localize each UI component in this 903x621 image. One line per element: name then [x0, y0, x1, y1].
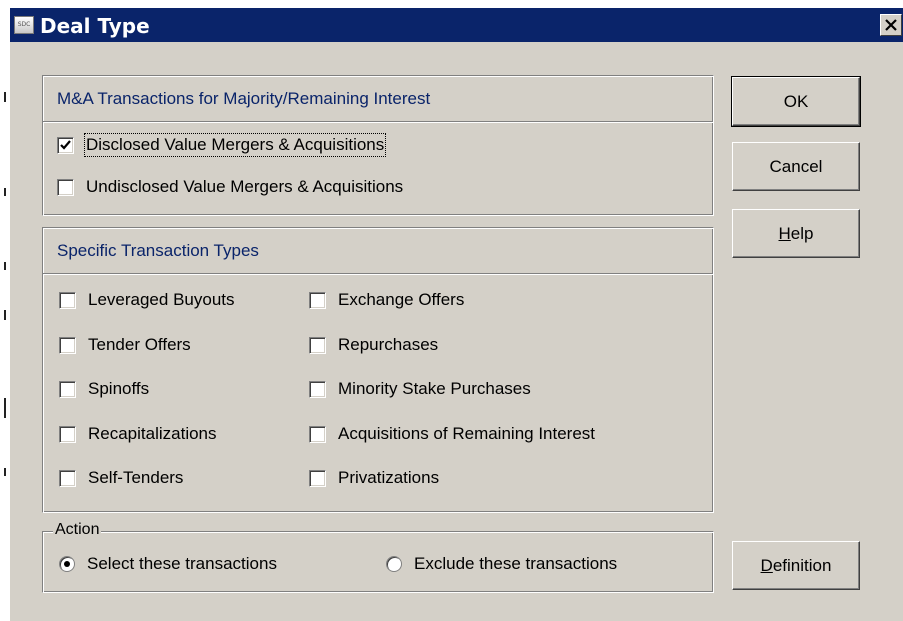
checkbox-tender-offers[interactable]: Tender Offers: [59, 335, 191, 355]
background-window-edge: [0, 0, 9, 621]
checkbox-box[interactable]: [59, 425, 76, 443]
radio-label: Select these transactions: [87, 554, 277, 573]
close-icon: [885, 19, 897, 31]
checkbox-box[interactable]: [309, 425, 326, 443]
checkbox-box[interactable]: [57, 136, 74, 154]
checkbox-repurchases[interactable]: Repurchases: [309, 335, 438, 355]
checkbox-label: Tender Offers: [88, 335, 191, 354]
checkbox-box[interactable]: [57, 178, 74, 196]
action-legend: Action: [53, 521, 102, 539]
radio-select-transactions[interactable]: Select these transactions: [59, 554, 277, 574]
specific-transaction-types-group: Specific Transaction Types Leveraged Buy…: [42, 227, 714, 513]
checkbox-label: Privatizations: [338, 468, 440, 487]
checkbox-label: Self-Tenders: [88, 468, 184, 487]
ok-button[interactable]: OK: [731, 76, 861, 127]
action-group: Action Select these transactions Exclude…: [42, 521, 714, 593]
window-title: Deal Type: [40, 14, 150, 38]
checkbox-privatizations[interactable]: Privatizations: [309, 468, 439, 488]
checkbox-label: Acquisitions of Remaining Interest: [338, 424, 596, 443]
checkbox-box[interactable]: [59, 336, 76, 354]
checkbox-box[interactable]: [309, 469, 326, 487]
definition-mnemonic: D: [760, 555, 773, 575]
checkbox-self-tenders[interactable]: Self-Tenders: [59, 468, 183, 488]
ma-group-header: M&A Transactions for Majority/Remaining …: [43, 76, 713, 122]
cancel-button[interactable]: Cancel: [732, 142, 860, 191]
radio-selected-dot: [64, 561, 70, 567]
checkbox-box[interactable]: [59, 469, 76, 487]
radio-button[interactable]: [59, 556, 75, 572]
checkbox-box[interactable]: [309, 336, 326, 354]
checkbox-undisclosed-value[interactable]: Undisclosed Value Mergers & Acquisitions: [57, 177, 403, 197]
radio-exclude-transactions[interactable]: Exclude these transactions: [386, 554, 617, 574]
radio-label: Exclude these transactions: [414, 554, 618, 573]
checkbox-label: Exchange Offers: [338, 290, 465, 309]
checkbox-label: Minority Stake Purchases: [338, 379, 531, 398]
checkbox-disclosed-value[interactable]: Disclosed Value Mergers & Acquisitions: [57, 133, 387, 157]
checkbox-box[interactable]: [59, 380, 76, 398]
deal-type-dialog: SDC Deal Type M&A Transactions for Major…: [9, 8, 903, 621]
help-mnemonic: H: [778, 223, 791, 243]
close-button[interactable]: [880, 14, 902, 36]
checkbox-acquisitions-remaining-interest[interactable]: Acquisitions of Remaining Interest: [309, 424, 595, 444]
checkbox-spinoffs[interactable]: Spinoffs: [59, 379, 149, 399]
ma-transactions-group: M&A Transactions for Majority/Remaining …: [42, 75, 714, 216]
definition-button[interactable]: Definition: [732, 541, 860, 590]
checkbox-minority-stake-purchases[interactable]: Minority Stake Purchases: [309, 379, 531, 399]
radio-button[interactable]: [386, 556, 402, 572]
checkbox-label: Spinoffs: [88, 379, 150, 398]
checkmark-icon: [60, 139, 71, 150]
definition-label: efinition: [772, 555, 832, 575]
checkbox-label: Undisclosed Value Mergers & Acquisitions: [86, 177, 404, 196]
specific-group-header: Specific Transaction Types: [43, 228, 713, 274]
checkbox-leveraged-buyouts[interactable]: Leveraged Buyouts: [59, 290, 235, 310]
checkbox-label: Repurchases: [338, 335, 439, 354]
checkbox-label: Leveraged Buyouts: [88, 290, 235, 309]
help-button[interactable]: Help: [732, 209, 860, 258]
checkbox-label: Disclosed Value Mergers & Acquisitions: [83, 133, 387, 157]
checkbox-recapitalizations[interactable]: Recapitalizations: [59, 424, 217, 444]
checkbox-label: Recapitalizations: [88, 424, 217, 443]
checkbox-box[interactable]: [59, 291, 76, 309]
checkbox-exchange-offers[interactable]: Exchange Offers: [309, 290, 464, 310]
checkbox-box[interactable]: [309, 380, 326, 398]
help-label: elp: [790, 223, 814, 243]
app-icon: SDC: [14, 16, 34, 34]
title-bar[interactable]: SDC Deal Type: [10, 8, 903, 42]
checkbox-box[interactable]: [309, 291, 326, 309]
